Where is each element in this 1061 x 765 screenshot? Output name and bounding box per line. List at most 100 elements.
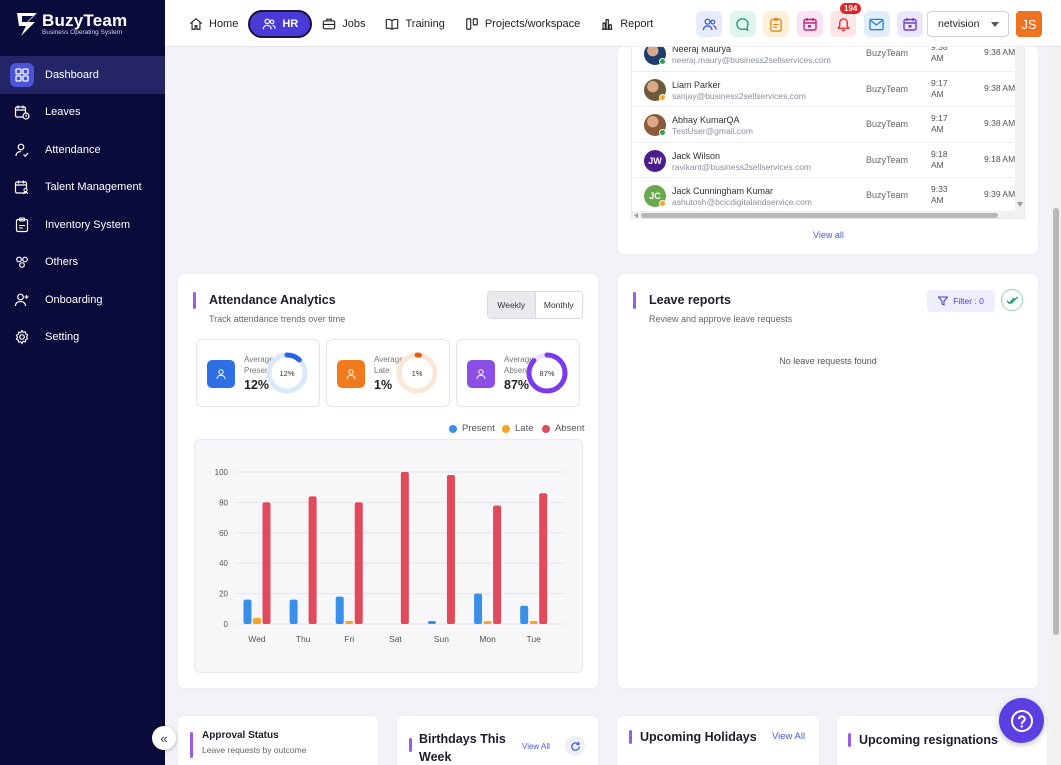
- bar-absent: [446, 475, 455, 624]
- collapse-sidebar-button[interactable]: «: [152, 726, 176, 750]
- card-accent-bar: [193, 292, 196, 309]
- top-quick-actions: 194: [696, 3, 931, 37]
- bar-absent: [400, 472, 409, 624]
- birthdays-view-all-link[interactable]: View All: [522, 742, 550, 751]
- weekly-toggle-button[interactable]: Weekly: [488, 292, 536, 318]
- sidebar-item-leaves[interactable]: Leaves: [0, 94, 165, 132]
- brand-logo[interactable]: BuzyTeam Business Operating System: [16, 10, 156, 40]
- legend-item[interactable]: Absent: [542, 423, 585, 434]
- check-out-time: 9:38 AM: [984, 82, 1016, 93]
- group-icon: [10, 250, 34, 274]
- tasks-button[interactable]: [763, 11, 789, 37]
- schedule-button[interactable]: [897, 11, 923, 37]
- team-button[interactable]: [696, 11, 722, 37]
- bar-present: [243, 599, 252, 624]
- table-row[interactable]: JC Jack Cunningham Kumar ashutosh@bcicdi…: [632, 178, 1016, 214]
- page-vertical-scrollbar[interactable]: [1050, 47, 1061, 765]
- card-accent-bar: [409, 738, 412, 752]
- employee-email: neeraj.maury@business2sellservices.com: [672, 55, 831, 65]
- upcoming-holidays-card: Upcoming Holidays View All: [617, 716, 819, 765]
- chat-button[interactable]: [729, 11, 756, 37]
- user-plus-icon: [10, 288, 34, 312]
- avatar-initials: JC: [649, 191, 661, 201]
- tab-label: Report: [620, 18, 654, 30]
- users-icon: [263, 18, 277, 30]
- legend-label: Late: [515, 423, 534, 434]
- table-vertical-scrollbar[interactable]: [1015, 47, 1024, 211]
- tab-label: HR: [282, 18, 299, 30]
- tab-projects-workspace[interactable]: Projects/workspace: [455, 10, 590, 38]
- bar-chart-icon: [601, 19, 613, 30]
- x-tick-label: Fri: [344, 634, 354, 644]
- tab-report[interactable]: Report: [590, 10, 663, 38]
- y-tick-label: 60: [219, 529, 228, 538]
- card-accent-bar: [190, 732, 193, 758]
- x-tick-label: Sun: [434, 634, 449, 644]
- stat-ring-label: 87%: [539, 369, 554, 378]
- stat-ring-label: 1%: [412, 369, 423, 378]
- bar-late: [253, 617, 261, 624]
- attendance-view-all-link[interactable]: View all: [813, 230, 844, 240]
- table-row[interactable]: Liam Parker sanjay@business2sellservices…: [632, 72, 1016, 107]
- y-tick-label: 0: [224, 620, 229, 629]
- leave-filter-button[interactable]: Filter : 0: [927, 290, 995, 312]
- legend-swatch: [502, 424, 510, 433]
- tab-jobs[interactable]: Jobs: [312, 10, 375, 38]
- scroll-left-arrow-icon: [634, 212, 638, 218]
- help-button[interactable]: [999, 698, 1044, 743]
- sidebar-item-others[interactable]: Others: [0, 244, 165, 282]
- sidebar-item-setting[interactable]: Setting: [0, 319, 165, 357]
- bar-late: [483, 620, 492, 624]
- tab-home[interactable]: Home: [179, 10, 248, 38]
- upcoming-resignations-title: Upcoming resignations: [859, 733, 998, 747]
- brand-tagline: Business Operating System: [42, 29, 123, 36]
- mail-button[interactable]: [863, 11, 890, 37]
- sidebar-item-talent-management[interactable]: Talent Management: [0, 169, 165, 207]
- holidays-view-all-link[interactable]: View All: [772, 731, 805, 742]
- monthly-toggle-button[interactable]: Monthly: [536, 292, 583, 318]
- calendar-button[interactable]: [796, 11, 823, 37]
- page-scroll-thumb[interactable]: [1053, 208, 1059, 635]
- calendar-clock-icon: [10, 100, 34, 124]
- approve-all-button[interactable]: [1001, 289, 1023, 311]
- sidebar-item-dashboard[interactable]: Dashboard: [0, 56, 165, 94]
- check-in-time: 9:33 AM: [931, 184, 948, 205]
- chat-icon: [736, 17, 749, 31]
- status-dot: [659, 93, 666, 101]
- tab-hr[interactable]: HR: [248, 10, 313, 38]
- avatar: JW: [644, 149, 666, 172]
- user-icon: [467, 360, 495, 388]
- sidebar-item-inventory-system[interactable]: Inventory System: [0, 206, 165, 244]
- scroll-down-arrow-icon: [1017, 202, 1023, 207]
- sidebar-item-onboarding[interactable]: Onboarding: [0, 281, 165, 319]
- stat-ring-label: 12%: [279, 369, 294, 378]
- legend-item[interactable]: Present: [449, 423, 495, 434]
- attendance-analytics-card: Attendance Analytics Track attendance tr…: [178, 274, 598, 688]
- y-tick-label: 40: [219, 559, 228, 568]
- table-row[interactable]: Neeraj Maurya neeraj.maury@business2sell…: [632, 47, 1016, 72]
- notifications-button[interactable]: 194: [830, 3, 862, 37]
- legend-swatch: [449, 424, 457, 433]
- tab-training[interactable]: Training: [375, 10, 454, 38]
- user-icon: [337, 360, 365, 388]
- workspace-select-value: netvision: [938, 18, 980, 30]
- table-row[interactable]: JW Jack Wilson ravikant@business2sellser…: [632, 143, 1015, 178]
- avatar-initials: JW: [648, 155, 662, 166]
- birthdays-title-line1: Birthdays This: [419, 732, 506, 746]
- refresh-birthdays-button[interactable]: [565, 736, 585, 756]
- legend-item[interactable]: Late: [502, 423, 534, 434]
- brand-name: BuzyTeam: [42, 11, 128, 30]
- table-row[interactable]: Abhay KumarQA TestUser@gmail.com BuzyTea…: [632, 107, 1015, 143]
- x-tick-label: Mon: [479, 634, 496, 644]
- x-tick-label: Wed: [248, 634, 266, 644]
- bar-absent: [493, 505, 502, 624]
- employee-email: sanjay@business2sellservices.com: [672, 90, 806, 101]
- table-horizontal-scrollbar[interactable]: [632, 211, 1024, 218]
- workspace-select[interactable]: netvision: [927, 11, 1009, 37]
- legend-label: Absent: [555, 423, 585, 434]
- sidebar-item-attendance[interactable]: Attendance: [0, 131, 165, 169]
- check-out-time: 9:38 AM: [984, 47, 1016, 57]
- user-avatar[interactable]: JS: [1016, 11, 1042, 37]
- check-out-time: 9:39 AM: [984, 189, 1016, 199]
- table-horizontal-scroll-thumb[interactable]: [641, 213, 998, 218]
